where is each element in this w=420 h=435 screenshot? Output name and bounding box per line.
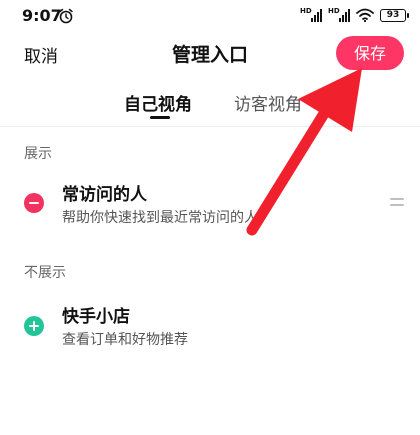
remove-circle-icon[interactable] (24, 193, 44, 213)
manage-entry-screen: 9:07 HD HD 93 取消 管理入口 保存 自己视角 访客视角 展示 常访… (0, 0, 420, 435)
status-right-group: HD HD 93 (300, 7, 409, 22)
battery-icon: 93 (380, 8, 409, 22)
tab-self-view[interactable]: 自己视角 (124, 90, 192, 115)
list-item-title: 快手小店 (62, 307, 130, 327)
list-item-subtitle: 帮助你快速找到最近常访问的人 (62, 210, 258, 226)
section-label-shown: 展示 (24, 146, 52, 162)
list-item-subtitle: 查看订单和好物推荐 (62, 332, 188, 348)
wifi-icon (356, 8, 374, 22)
save-button[interactable]: 保存 (336, 36, 404, 70)
tab-visitor-view[interactable]: 访客视角 (234, 90, 302, 115)
signal-icon-2: HD (328, 7, 350, 22)
alarm-clock-icon (59, 8, 73, 24)
battery-level: 93 (386, 9, 400, 20)
drag-handle-icon[interactable] (390, 198, 404, 206)
list-item-title: 常访问的人 (62, 185, 147, 205)
status-bar: 9:07 HD HD 93 (0, 0, 420, 34)
signal-icon: HD (300, 7, 322, 22)
status-time: 9:07 (22, 6, 62, 25)
header-divider (0, 126, 420, 127)
section-label-hidden: 不展示 (24, 265, 66, 281)
add-circle-icon[interactable] (24, 316, 44, 336)
active-tab-indicator (150, 116, 170, 119)
